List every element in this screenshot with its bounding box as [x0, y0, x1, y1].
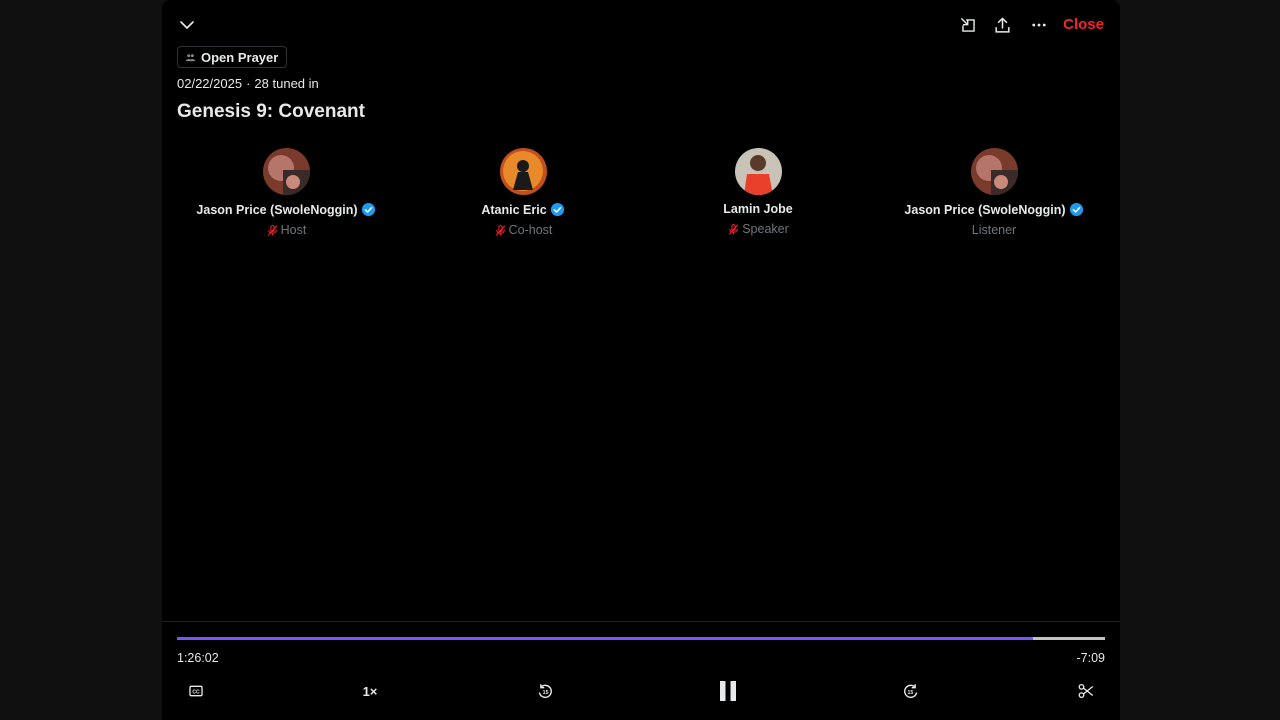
time-elapsed: 1:26:02	[177, 651, 219, 665]
rewind-15-icon: 15	[538, 684, 552, 699]
participant[interactable]: Lamin Jobe Speaker	[640, 148, 876, 236]
playback-speed-button[interactable]: 1×	[356, 676, 384, 706]
space-date: 02/22/2025	[177, 76, 243, 91]
community-icon	[185, 53, 196, 61]
verified-badge-icon	[361, 202, 375, 217]
participant-name: Lamin Jobe	[723, 202, 793, 216]
scissors-icon	[1078, 683, 1094, 699]
svg-text:CC: CC	[192, 689, 200, 695]
more-icon[interactable]	[1028, 14, 1050, 36]
divider	[162, 621, 1120, 622]
minimize-dock-icon[interactable]	[957, 14, 979, 36]
clip-button[interactable]	[1074, 676, 1098, 706]
svg-text:15: 15	[907, 690, 913, 696]
participant-role: Listener	[971, 223, 1017, 237]
chevron-down-icon[interactable]	[176, 14, 198, 36]
verified-badge-icon	[550, 202, 564, 217]
participant[interactable]: Jason Price (SwoleNoggin) Listener	[876, 148, 1112, 237]
participant-name: Jason Price (SwoleNoggin)	[196, 202, 375, 217]
avatar	[734, 148, 782, 195]
rewind-15-button[interactable]: 15	[533, 676, 557, 706]
participant-role: Co-host	[494, 223, 552, 237]
mic-muted-icon	[267, 224, 277, 236]
player-controls: CC 1× 15 15	[162, 676, 1120, 706]
community-name: Open Prayer	[201, 49, 279, 65]
community-tag[interactable]: Open Prayer	[177, 46, 288, 68]
separator-dot: ·	[246, 76, 251, 91]
verified-badge-icon	[1069, 202, 1083, 217]
progress-bar[interactable]	[177, 637, 1105, 640]
participant[interactable]: Jason Price (SwoleNoggin) Host	[168, 148, 404, 237]
captions-button[interactable]: CC	[184, 676, 208, 706]
share-icon[interactable]	[991, 14, 1013, 36]
participant-role: Host	[266, 223, 306, 237]
pause-icon	[720, 681, 736, 701]
progress-fill	[177, 637, 1033, 640]
svg-text:15: 15	[543, 690, 549, 696]
time-remaining: -7:09	[1076, 651, 1106, 665]
close-button[interactable]: Close	[1063, 16, 1104, 33]
space-meta: 02/22/2025 · 28 tuned in	[177, 76, 319, 91]
captions-icon: CC	[189, 685, 203, 697]
top-bar: Close	[162, 0, 1120, 50]
forward-15-button[interactable]: 15	[899, 676, 923, 706]
avatar	[262, 148, 310, 195]
participant[interactable]: Atanic Eric Co-host	[405, 148, 641, 237]
participant-role: Speaker	[727, 222, 789, 236]
avatar	[970, 148, 1018, 195]
participants-grid: Jason Price (SwoleNoggin) Host Atanic Er…	[177, 148, 1105, 248]
tuned-in-count: 28 tuned in	[254, 76, 319, 91]
forward-15-icon: 15	[904, 684, 918, 699]
participant-name: Jason Price (SwoleNoggin)	[904, 202, 1083, 217]
mic-muted-icon	[495, 224, 505, 236]
space-title: Genesis 9: Covenant	[177, 101, 365, 122]
mic-muted-icon	[728, 223, 739, 235]
participant-name: Atanic Eric	[481, 202, 564, 217]
avatar	[499, 148, 547, 195]
pause-button[interactable]	[714, 676, 742, 706]
space-player-panel: Close Open Prayer 02/22/2025 · 28 tuned in…	[162, 0, 1120, 720]
